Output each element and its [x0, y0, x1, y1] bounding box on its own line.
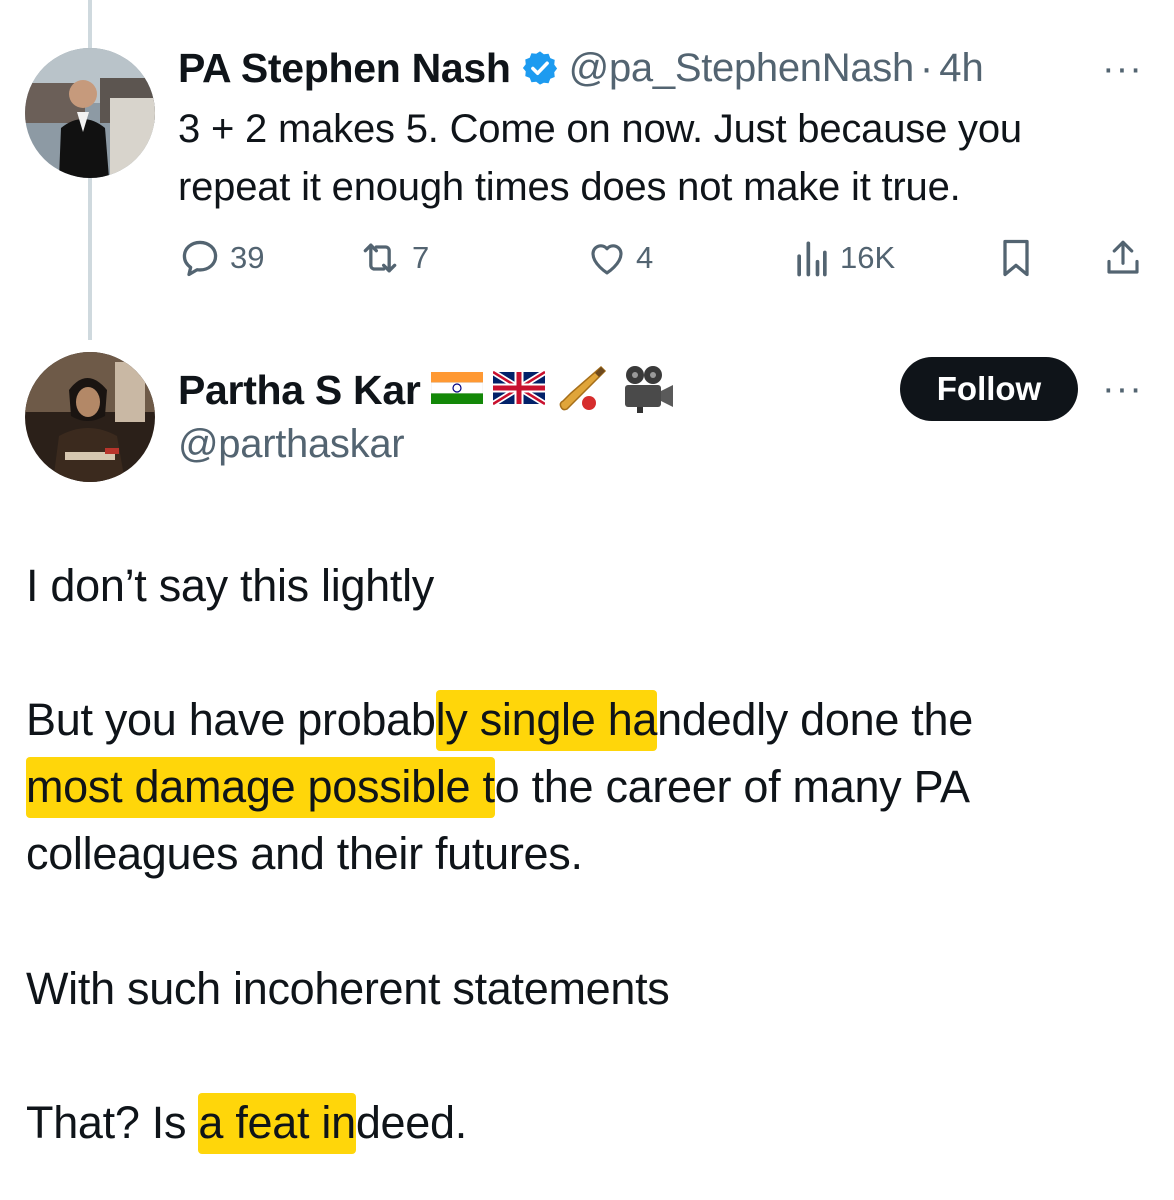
author-handle[interactable]: @parthaskar — [178, 422, 405, 467]
tweet2-name-row: Partha S Kar — [178, 360, 677, 420]
tweet2-paragraph-3: With such incoherent statements — [26, 963, 670, 1014]
reply-button[interactable]: 39 — [178, 232, 264, 284]
share-button[interactable] — [1102, 232, 1144, 284]
reply-count: 39 — [230, 240, 265, 275]
india-flag-icon — [430, 370, 483, 411]
reply-icon — [178, 236, 222, 280]
verified-badge-icon — [521, 49, 559, 87]
views-chart-icon — [792, 236, 832, 280]
views-count: 16K — [840, 240, 896, 275]
avatar-partha-s-kar[interactable] — [25, 352, 155, 482]
text-segment: That? Is — [26, 1097, 199, 1148]
text-segment: ndedly done the — [657, 694, 973, 745]
views-button[interactable]: 16K — [792, 232, 895, 284]
share-icon — [1102, 236, 1144, 280]
movie-camera-icon — [619, 363, 677, 418]
text-segment: o the career of many PA — [494, 761, 970, 812]
text-segment: But you have probab — [26, 694, 436, 745]
text-segment: deed. — [355, 1097, 467, 1148]
tweet2-paragraph-2: But you have probably single handedly do… — [26, 686, 1156, 887]
highlighted-text: ly single ha — [435, 690, 657, 751]
separator-dot: · — [919, 45, 934, 90]
retweet-count: 7 — [412, 240, 430, 275]
avatar-pa-stephen-nash[interactable] — [25, 48, 155, 178]
uk-flag-icon — [490, 368, 547, 411]
tweet2-paragraph-1: I don’t say this lightly — [26, 560, 434, 611]
author-handle[interactable]: @pa_StephenNash — [569, 46, 915, 91]
bookmark-icon — [996, 236, 1036, 280]
tweet2-paragraph-4: That? Is a feat indeed. — [26, 1089, 1156, 1156]
retweet-icon — [356, 236, 404, 280]
like-button[interactable]: 4 — [586, 232, 653, 284]
more-options-icon[interactable]: ··· — [1102, 48, 1143, 91]
tweet1-action-bar: 39 7 4 16K — [178, 232, 1158, 284]
highlighted-text: most damage possible t — [26, 757, 495, 818]
follow-button[interactable]: Follow — [900, 357, 1078, 421]
more-options-icon[interactable]: ··· — [1102, 368, 1143, 411]
bookmark-button[interactable] — [996, 232, 1036, 284]
text-segment: colleagues and their futures. — [26, 828, 583, 879]
cricket-bat-ball-icon — [555, 363, 609, 418]
retweet-button[interactable]: 7 — [356, 232, 429, 284]
author-name[interactable]: Partha S Kar — [178, 367, 421, 414]
tweet1-text: 3 + 2 makes 5. Come on now. Just because… — [178, 107, 1022, 209]
tweet1-header: PA Stephen Nash @pa_StephenNash · 4h — [178, 40, 984, 96]
tweet-timestamp[interactable]: 4h — [939, 46, 984, 91]
author-name[interactable]: PA Stephen Nash — [178, 45, 511, 92]
like-count: 4 — [636, 240, 654, 275]
highlighted-text: a feat in — [198, 1093, 356, 1154]
heart-icon — [586, 237, 628, 279]
